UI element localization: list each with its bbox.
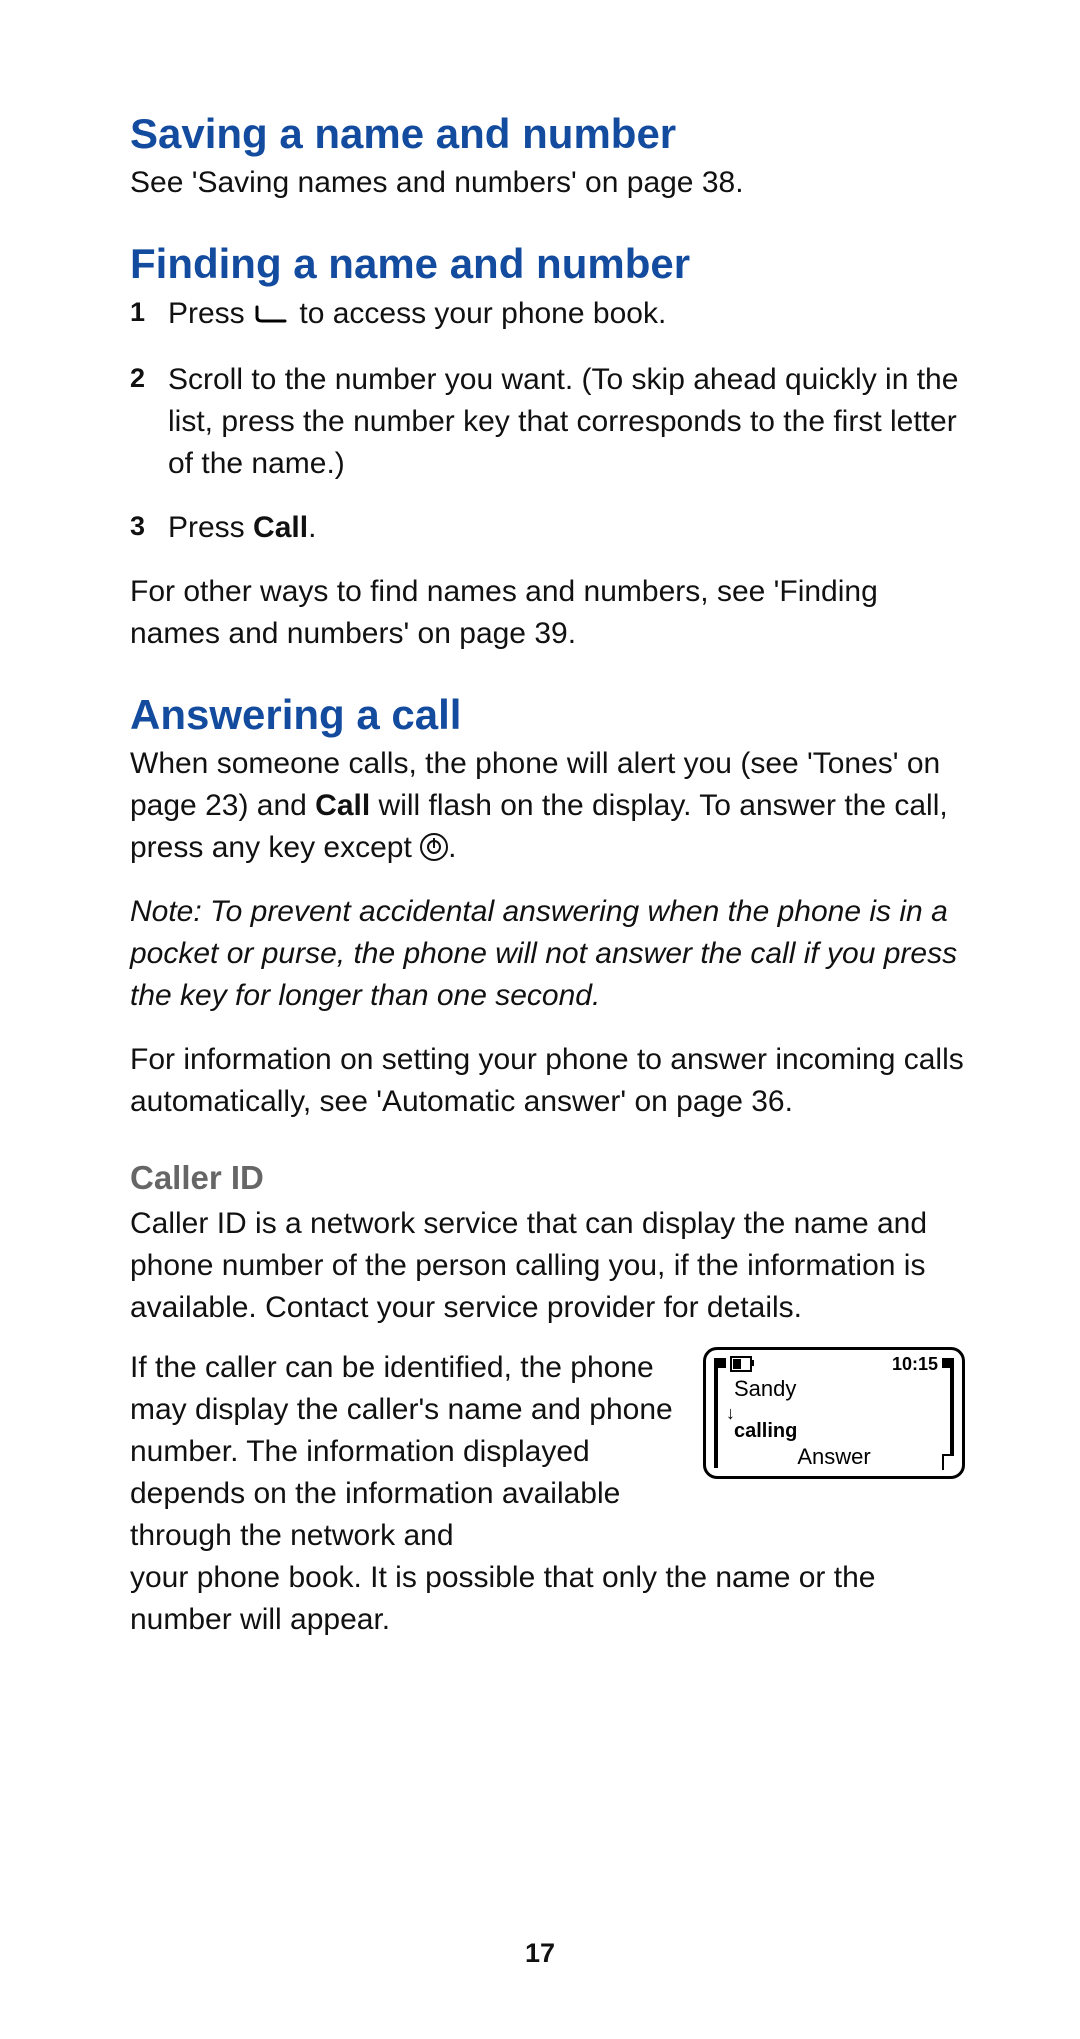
callerid-p2-after: your phone book. It is possible that onl… <box>130 1557 965 1641</box>
subhead-callerid: Caller ID <box>130 1159 965 1197</box>
answering-p2: For information on setting your phone to… <box>130 1039 965 1123</box>
step3-call-label: Call <box>253 511 308 544</box>
heading-finding: Finding a name and number <box>130 240 965 288</box>
caller-name: Sandy <box>734 1376 796 1402</box>
manual-page: Saving a name and number See 'Saving nam… <box>0 0 1080 2039</box>
phone-screen-illustration: 10:15 Sandy ↓ calling Answer <box>703 1347 965 1479</box>
callerid-p1: Caller ID is a network service that can … <box>130 1203 965 1329</box>
phone-topbar: 10:15 <box>730 1354 938 1375</box>
answering-p1: When someone calls, the phone will alert… <box>130 743 965 869</box>
step3-pre: Press <box>168 511 253 544</box>
phone-time: 10:15 <box>892 1354 938 1375</box>
step-text: Press to access your phone book. <box>168 293 965 337</box>
heading-answering: Answering a call <box>130 691 965 739</box>
step-number: 1 <box>130 293 168 328</box>
battery-icon <box>730 1356 752 1372</box>
ans-call-label: Call <box>315 789 370 822</box>
scroll-down-icon <box>255 295 289 337</box>
softkey-label: Answer <box>706 1444 962 1470</box>
saving-body: See 'Saving names and numbers' on page 3… <box>130 162 965 204</box>
step3-post: . <box>308 511 316 544</box>
step-text: Press Call. <box>168 507 965 549</box>
ans-p1d: . <box>448 831 456 864</box>
step-2: 2 Scroll to the number you want. (To ski… <box>130 359 965 485</box>
heading-saving: Saving a name and number <box>130 110 965 158</box>
step-1: 1 Press to access your phone book. <box>130 293 965 337</box>
step-3: 3 Press Call. <box>130 507 965 549</box>
finding-after: For other ways to find names and numbers… <box>130 571 965 655</box>
finding-steps: 1 Press to access your phone book. 2 Scr… <box>130 293 965 549</box>
step1-post: to access your phone book. <box>299 297 666 330</box>
page-number: 17 <box>0 1938 1080 1969</box>
callerid-row: If the caller can be identified, the pho… <box>130 1347 965 1557</box>
power-key-icon <box>420 833 448 861</box>
step-number: 2 <box>130 359 168 394</box>
step-number: 3 <box>130 507 168 542</box>
step-text: Scroll to the number you want. (To skip … <box>168 359 965 485</box>
answering-note: Note: To prevent accidental answering wh… <box>130 891 965 1017</box>
call-status: calling <box>734 1420 797 1443</box>
step1-pre: Press <box>168 297 253 330</box>
callerid-p2-left: If the caller can be identified, the pho… <box>130 1347 685 1557</box>
